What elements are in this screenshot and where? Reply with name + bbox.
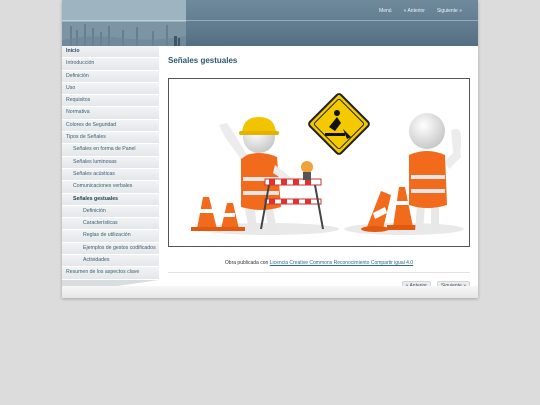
- header-banner: Menú « Anterior Siguiente »: [62, 0, 478, 46]
- sidebar-item-senales-gestuales[interactable]: Señales gestuales: [62, 193, 159, 206]
- next-link[interactable]: Siguiente »: [431, 8, 468, 14]
- sidebar-item-ejemplos-gestos[interactable]: Ejemplos de gestos codificados: [62, 242, 159, 256]
- page-title: Señales gestuales: [168, 56, 238, 65]
- sidebar-item-senales-luminosas[interactable]: Señales luminosas: [62, 156, 159, 169]
- sidebar-item-normativa[interactable]: Normativa: [62, 107, 159, 120]
- workers-signals-illustration: [191, 93, 464, 235]
- page-footer: [62, 286, 478, 298]
- main-content: Señales gestuales Obra publicada con Lic…: [168, 46, 470, 291]
- sidebar-item-definicion[interactable]: Definición: [62, 70, 159, 83]
- menu-link[interactable]: Menú: [373, 8, 398, 14]
- sidebar-item-tipos-senales[interactable]: Tipos de Señales: [62, 132, 159, 145]
- sidebar-item-inicio[interactable]: Inicio: [62, 46, 159, 59]
- credit-prefix: Obra publicada con: [224, 260, 269, 266]
- sidebar-item-colores-seguridad[interactable]: Colores de Seguridad: [62, 119, 159, 133]
- sidebar-item-reglas-utilizacion[interactable]: Reglas de utilización: [62, 230, 159, 243]
- page: Menú « Anterior Siguiente » Inicio Intro…: [62, 0, 478, 298]
- sidebar-item-resumen[interactable]: Resumen de los aspectos clave: [62, 267, 159, 280]
- license-credit: Obra publicada con Licencia Creative Com…: [168, 260, 470, 266]
- sidebar-item-uso[interactable]: Uso: [62, 82, 159, 96]
- header-divider-line: [62, 20, 478, 21]
- sidebar-item-introduccion[interactable]: Introducción: [62, 58, 159, 71]
- content-divider: [168, 272, 470, 273]
- license-link[interactable]: Licencia Creative Commons Reconocimiento…: [270, 260, 413, 266]
- sidebar-item-comunicaciones-verbales[interactable]: Comunicaciones verbales: [62, 181, 159, 194]
- previous-link[interactable]: « Anterior: [398, 8, 431, 14]
- top-navigation: Menú « Anterior Siguiente »: [373, 6, 468, 16]
- illustration-figure: [168, 78, 470, 247]
- sidebar-item-actividades[interactable]: Actividades: [62, 255, 159, 268]
- sidebar-item-senales-panel[interactable]: Señales en forma de Panel: [62, 144, 159, 157]
- header-logo-area: [62, 0, 186, 46]
- sidebar-item-senales-acusticas[interactable]: Señales acústicas: [62, 168, 159, 182]
- sidebar-item-caracteristicas[interactable]: Características: [62, 218, 159, 231]
- sidebar-item-requisitos[interactable]: Requisitos: [62, 95, 159, 108]
- sidebar-menu: Inicio Introducción Definición Uso Requi…: [62, 46, 159, 299]
- sidebar-item-gestuales-definicion[interactable]: Definición: [62, 205, 159, 219]
